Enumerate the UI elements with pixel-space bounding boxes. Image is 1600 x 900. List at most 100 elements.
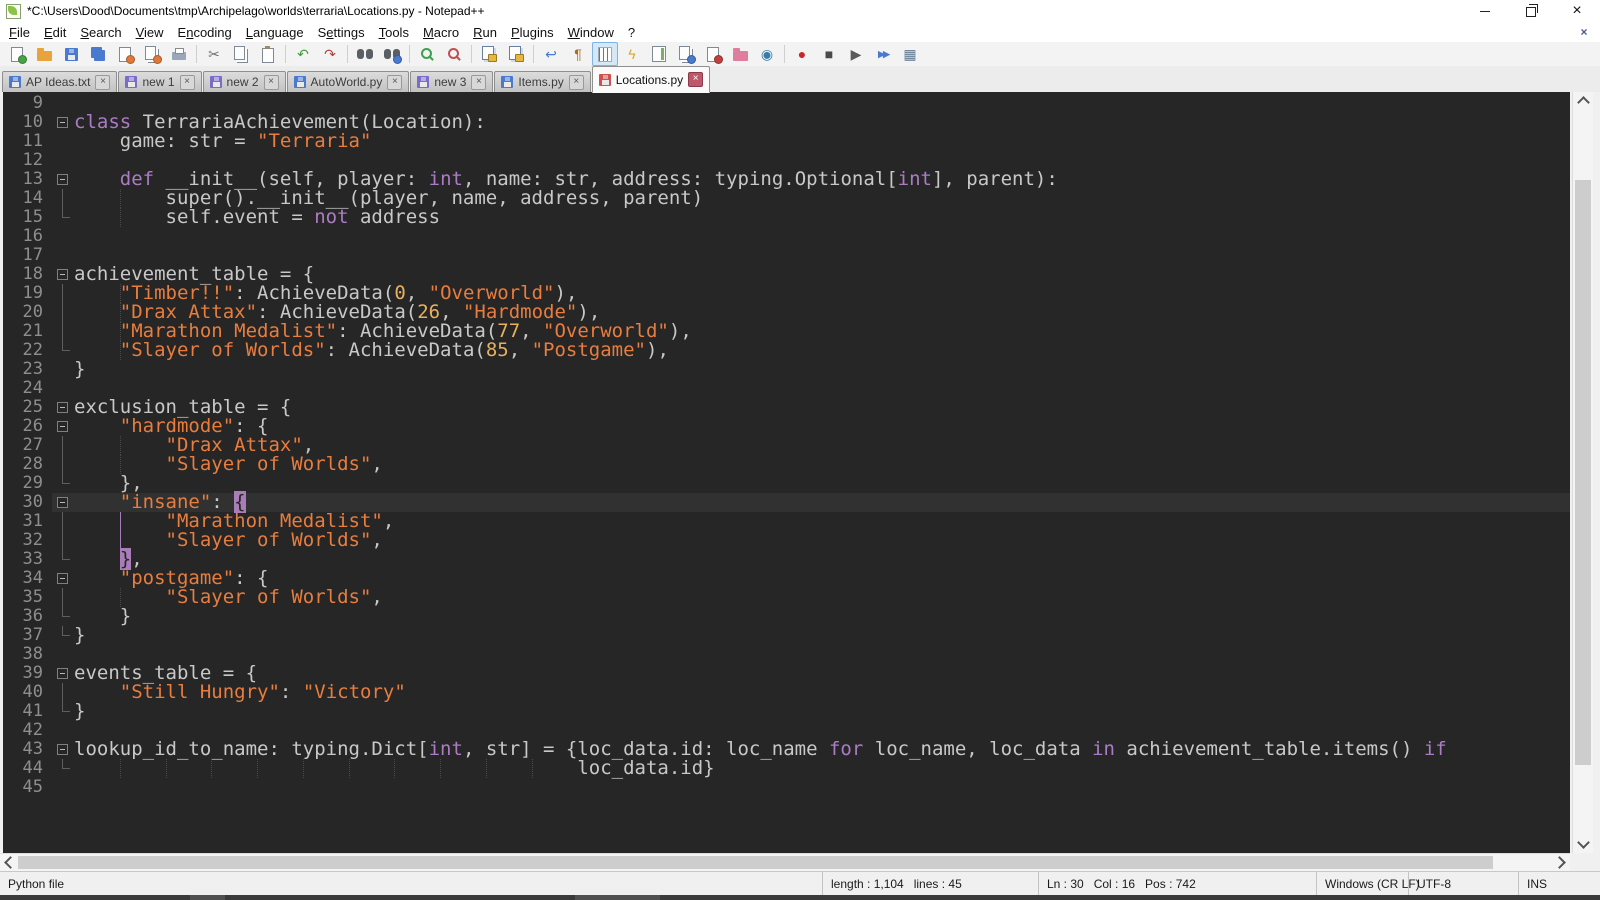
menu-window[interactable]: Window [561,24,621,41]
code-text[interactable]: } [74,626,1570,645]
tab-autoworld-py[interactable]: AutoWorld.py× [287,71,410,92]
code-text[interactable]: self.event = not address [74,208,1570,227]
restore-button[interactable] [1508,0,1554,22]
document-list-button[interactable] [673,42,699,66]
tab-locations-py[interactable]: Locations.py× [592,66,710,93]
code-text[interactable]: "Slayer of Worlds": AchieveData(85, "Pos… [74,341,1570,360]
code-text[interactable]: } [74,360,1570,379]
menu-view[interactable]: View [129,24,171,41]
menu-file[interactable]: File [2,24,37,41]
copy-button[interactable] [228,42,254,66]
cut-button[interactable]: ✂ [201,42,227,66]
code-text[interactable]: "Slayer of Worlds", [74,531,1570,550]
code-area[interactable]: 910class TerrariaAchievement(Location):1… [3,92,1570,853]
find-button[interactable] [352,42,378,66]
fold-marker[interactable] [52,569,74,588]
tab-new-1[interactable]: new 1× [118,71,201,92]
menu-macro[interactable]: Macro [416,24,466,41]
folder-as-workspace-button[interactable] [727,42,753,66]
menu-search[interactable]: Search [73,24,128,41]
code-text[interactable] [74,227,1570,246]
show-indent-guide-button[interactable] [592,42,618,66]
menu-run[interactable]: Run [466,24,504,41]
macro-play-button[interactable]: ▶ [843,42,869,66]
tab-items-py[interactable]: Items.py× [494,71,590,92]
macro-save-button[interactable]: ▦ [897,42,923,66]
open-file-button[interactable] [31,42,57,66]
code-text[interactable]: "Slayer of Worlds", [74,588,1570,607]
code-text[interactable]: exclusion_table = { [74,398,1570,417]
menu-encoding[interactable]: Encoding [171,24,239,41]
tab-new-3[interactable]: new 3× [410,71,493,92]
code-text[interactable]: game: str = "Terraria" [74,132,1570,151]
code-text[interactable]: }, [74,550,1570,569]
show-all-characters-button[interactable]: ¶ [565,42,591,66]
fold-marker[interactable] [52,740,74,759]
close-all-button[interactable] [139,42,165,66]
fold-marker[interactable] [52,398,74,417]
save-file-button[interactable] [58,42,84,66]
function-completion-button[interactable]: ϟ [619,42,645,66]
menu-help[interactable]: ? [621,24,642,41]
code-text[interactable] [74,645,1570,664]
vertical-scrollbar[interactable] [1572,92,1593,853]
code-text[interactable]: "Slayer of Worlds", [74,455,1570,474]
fold-marker[interactable] [52,265,74,284]
macro-run-multiple-button[interactable]: ▶▶ [870,42,896,66]
code-text[interactable] [74,778,1570,797]
close-file-button[interactable] [112,42,138,66]
code-text[interactable]: } [74,607,1570,626]
code-text[interactable]: loc_data.id} [74,759,1570,778]
fold-marker[interactable] [52,113,74,132]
fold-marker[interactable] [52,170,74,189]
tab-close-icon[interactable]: × [180,75,195,90]
minimize-button[interactable] [1462,0,1508,22]
sync-vertical-scrolling-button[interactable] [476,42,502,66]
document-close-icon[interactable]: × [1576,25,1592,40]
redo-button[interactable]: ↷ [317,42,343,66]
undo-button[interactable]: ↶ [290,42,316,66]
macro-stop-button[interactable]: ■ [816,42,842,66]
fold-marker[interactable] [52,664,74,683]
function-list-button[interactable] [700,42,726,66]
menu-language[interactable]: Language [239,24,311,41]
word-wrap-button[interactable]: ↩ [538,42,564,66]
tab-ap-ideas-txt[interactable]: AP Ideas.txt× [2,71,117,92]
paste-button[interactable] [255,42,281,66]
print-button[interactable] [166,42,192,66]
code-text[interactable] [74,379,1570,398]
zoom-in-button[interactable] [414,42,440,66]
save-all-button[interactable] [85,42,111,66]
code-text[interactable]: "Still Hungry": "Victory" [74,683,1570,702]
menu-edit[interactable]: Edit [37,24,73,41]
monitoring-button[interactable]: ◉ [754,42,780,66]
scroll-up-arrow[interactable] [1573,92,1593,109]
tab-new-2[interactable]: new 2× [203,71,286,92]
scroll-right-arrow[interactable] [1553,854,1570,871]
menu-settings[interactable]: Settings [311,24,372,41]
fold-marker[interactable] [52,493,74,512]
vertical-scrollbar-thumb[interactable] [1575,180,1591,765]
tab-close-icon[interactable]: × [688,72,703,87]
tab-close-icon[interactable]: × [264,75,279,90]
scroll-down-arrow[interactable] [1573,836,1593,853]
menu-plugins[interactable]: Plugins [504,24,561,41]
replace-button[interactable] [379,42,405,66]
tab-close-icon[interactable]: × [387,75,402,90]
close-button[interactable]: × [1554,0,1600,22]
menu-tools[interactable]: Tools [372,24,416,41]
horizontal-scrollbar[interactable] [0,853,1570,871]
new-file-button[interactable] [4,42,30,66]
code-text[interactable]: } [74,702,1570,721]
tab-close-icon[interactable]: × [95,75,110,90]
horizontal-scrollbar-thumb[interactable] [18,856,1493,869]
document-map-button[interactable] [646,42,672,66]
macro-record-button[interactable]: ● [789,42,815,66]
fold-marker[interactable] [52,417,74,436]
zoom-out-button[interactable] [441,42,467,66]
tab-close-icon[interactable]: × [569,75,584,90]
sync-horizontal-scrolling-button[interactable] [503,42,529,66]
scroll-left-arrow[interactable] [0,854,17,871]
code-text[interactable]: }, [74,474,1570,493]
tab-close-icon[interactable]: × [471,75,486,90]
